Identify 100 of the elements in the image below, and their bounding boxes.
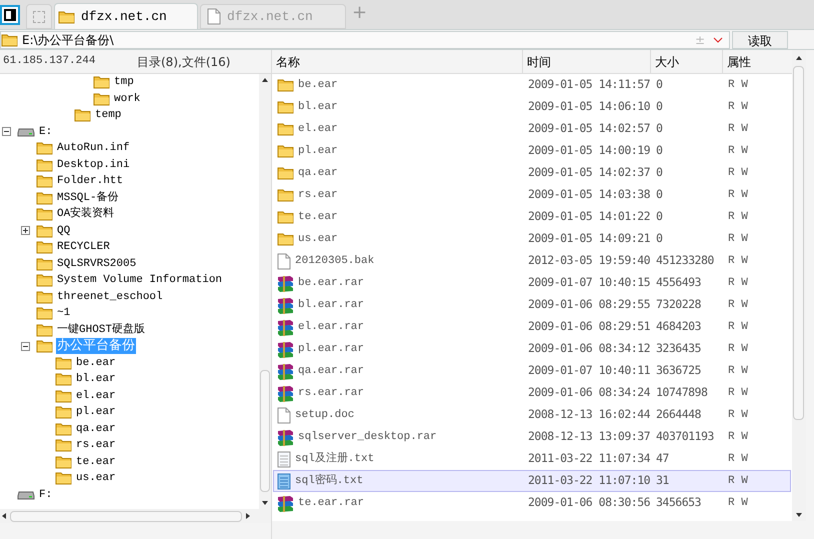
- scrollbar-thumb[interactable]: [260, 370, 270, 492]
- folder-icon: [36, 273, 53, 288]
- tree-item[interactable]: QQ: [56, 222, 72, 239]
- folder-icon: [277, 210, 294, 224]
- scroll-up-icon[interactable]: [796, 56, 802, 60]
- column-header[interactable]: 大小: [650, 50, 722, 73]
- tree-item[interactable]: F:: [38, 486, 54, 503]
- column-header[interactable]: 名称: [272, 50, 522, 73]
- tree-item[interactable]: RECYCLER: [56, 239, 111, 256]
- tree-item[interactable]: OA安装资料: [56, 206, 116, 222]
- tree-item[interactable]: MSSQL-备份: [56, 190, 120, 206]
- tree-item[interactable]: System Volume Information: [56, 272, 224, 288]
- archive-icon: [277, 494, 294, 512]
- file-row[interactable]: rs.ear 2009-01-05 14:03:38 0 R W: [273, 184, 791, 206]
- tree-item[interactable]: E:: [38, 124, 54, 140]
- folder-icon: [55, 372, 72, 386]
- folder-icon: [93, 75, 110, 90]
- collapse-icon[interactable]: [21, 342, 30, 351]
- panel-toggle-icon[interactable]: [0, 5, 20, 25]
- file-row[interactable]: el.ear 2009-01-05 14:02:57 0 R W: [273, 118, 791, 140]
- read-button[interactable]: 读取: [732, 30, 788, 48]
- tree-item[interactable]: qa.ear: [75, 420, 117, 437]
- folder-icon: [277, 78, 294, 92]
- tree-item[interactable]: SQLSRVRS2005: [56, 256, 138, 272]
- folder-icon: [55, 471, 72, 486]
- folder-icon: [277, 188, 294, 202]
- text-file-icon: [277, 450, 291, 468]
- tree-item[interactable]: tmp: [113, 74, 135, 90]
- tree-item[interactable]: us.ear: [75, 470, 117, 486]
- file-row[interactable]: be.ear.rar 2009-01-07 10:40:15 4556493 R W: [273, 272, 791, 294]
- folder-icon: [277, 232, 294, 246]
- scrollbar-thumb[interactable]: [793, 66, 804, 420]
- tree-item[interactable]: AutoRun.inf: [56, 140, 131, 156]
- collapse-icon[interactable]: [2, 127, 11, 136]
- folder-icon: [55, 422, 72, 436]
- folder-icon: [36, 190, 53, 205]
- address-field[interactable]: E:\办公平台备份\ ±: [0, 30, 730, 48]
- tree-item[interactable]: threenet_eschool: [56, 288, 164, 305]
- file-row[interactable]: be.ear 2009-01-05 14:11:57 0 R W: [273, 74, 791, 96]
- folder-icon: [36, 322, 53, 337]
- file-row[interactable]: pl.ear 2009-01-05 14:00:19 0 R W: [273, 140, 791, 162]
- folder-icon: [36, 158, 53, 172]
- file-row[interactable]: sql密码.txt 2011-03-22 11:07:10 31 R W: [273, 470, 791, 492]
- scroll-down-icon[interactable]: [796, 513, 802, 517]
- file-row[interactable]: pl.ear.rar 2009-01-06 08:34:12 3236435 R W: [273, 338, 791, 360]
- file-row[interactable]: rs.ear.rar 2009-01-06 08:34:24 10747898 R W: [273, 382, 791, 404]
- drive-icon: [17, 126, 35, 137]
- archive-icon: [277, 318, 294, 336]
- file-row[interactable]: te.ear.rar 2009-01-06 08:30:56 3456653 R W: [273, 492, 791, 514]
- column-header[interactable]: 时间: [522, 50, 650, 73]
- dropdown-icon[interactable]: [713, 36, 723, 42]
- scroll-right-icon[interactable]: [246, 513, 250, 519]
- folder-icon: [277, 166, 294, 180]
- file-row[interactable]: qa.ear 2009-01-05 14:02:37 0 R W: [273, 162, 791, 184]
- folder-icon: [36, 207, 53, 222]
- tab[interactable]: dfzx.net.cn: [54, 3, 198, 29]
- folder-icon: [55, 405, 72, 420]
- scrollbar-thumb[interactable]: [10, 510, 242, 522]
- folder-icon: [277, 100, 294, 114]
- scroll-up-icon[interactable]: [262, 78, 268, 82]
- folder-icon: [36, 174, 53, 188]
- archive-icon: [277, 340, 294, 358]
- tree-item[interactable]: Desktop.ini: [56, 156, 131, 173]
- file-row[interactable]: sqlserver_desktop.rar 2008-12-13 13:09:37 403701193 R W: [273, 426, 791, 448]
- expand-icon[interactable]: [21, 226, 30, 236]
- file-row[interactable]: setup.doc 2008-12-13 16:02:44 2664448 R W: [273, 404, 791, 426]
- tree-item[interactable]: 一键GHOST硬盘版: [56, 322, 146, 338]
- file-row[interactable]: te.ear 2009-01-05 14:01:22 0 R W: [273, 206, 791, 228]
- column-header[interactable]: 属性: [722, 50, 788, 73]
- document-icon: [277, 252, 291, 270]
- scroll-down-icon[interactable]: [262, 501, 268, 505]
- folder-icon: [55, 438, 72, 452]
- tree-item[interactable]: pl.ear: [75, 404, 117, 420]
- file-row[interactable]: el.ear.rar 2009-01-06 08:29:51 4684203 R W: [273, 316, 791, 338]
- file-row[interactable]: bl.ear 2009-01-05 14:06:10 0 R W: [273, 96, 791, 118]
- document-icon: [207, 8, 221, 25]
- folder-icon: [36, 290, 53, 304]
- file-row[interactable]: bl.ear.rar 2009-01-06 08:29:55 7320228 R W: [273, 294, 791, 316]
- folder-icon: [93, 92, 110, 106]
- tree-item[interactable]: temp: [94, 107, 122, 124]
- file-row[interactable]: us.ear 2009-01-05 14:09:21 0 R W: [273, 228, 791, 250]
- tree-item[interactable]: te.ear: [75, 454, 117, 470]
- file-row[interactable]: sql及注册.txt 2011-03-22 11:07:34 47 R W: [273, 448, 791, 470]
- folder-icon: [36, 256, 53, 271]
- tree-item[interactable]: bl.ear: [75, 371, 117, 388]
- tree-item[interactable]: Folder.htt: [56, 173, 124, 190]
- tree-item[interactable]: work: [113, 90, 142, 107]
- scroll-left-icon[interactable]: [2, 513, 6, 519]
- file-row[interactable]: 20120305.bak 2012-03-05 19:59:40 451233280 R W: [273, 250, 791, 272]
- text-file-icon: [277, 472, 291, 490]
- folder-icon: [277, 144, 294, 158]
- vertical-scrollbar[interactable]: [259, 74, 271, 509]
- folder-icon: [36, 240, 53, 254]
- tree-item[interactable]: ~1: [56, 305, 72, 322]
- tree-item[interactable]: be.ear: [75, 354, 117, 371]
- tree-item[interactable]: rs.ear: [75, 437, 117, 454]
- folder-icon: [36, 306, 53, 320]
- folder-icon: [277, 122, 294, 136]
- file-row[interactable]: qa.ear.rar 2009-01-07 10:40:11 3636725 R W: [273, 360, 791, 382]
- tree-item[interactable]: el.ear: [75, 388, 117, 404]
